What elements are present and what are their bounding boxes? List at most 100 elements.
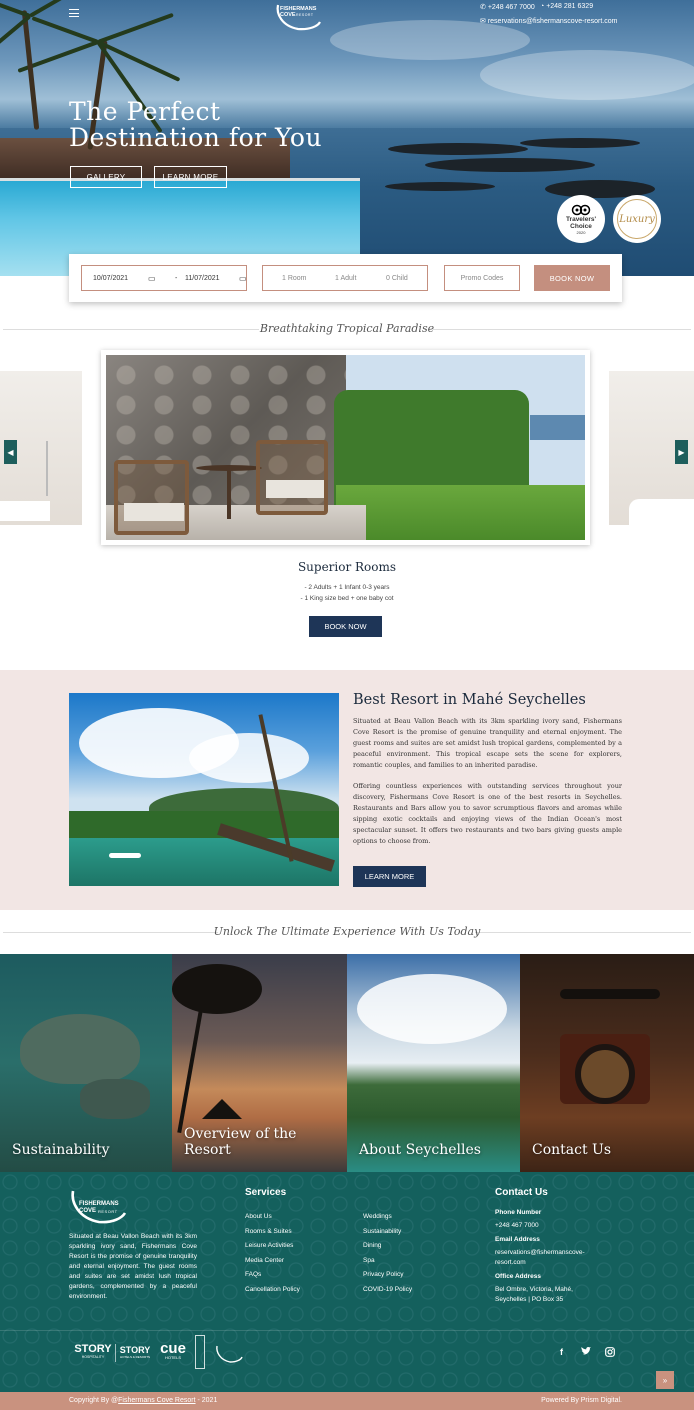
brand-sub: HOTELS & RESORTS bbox=[119, 1355, 151, 1359]
bed-shape bbox=[629, 499, 694, 525]
tree-line bbox=[69, 811, 339, 841]
checkin-date[interactable]: 10/07/2021 bbox=[93, 275, 128, 282]
footer-link-leisure[interactable]: Leisure Activities bbox=[245, 1242, 293, 1249]
palm-frond bbox=[97, 12, 174, 44]
lagoon bbox=[69, 838, 339, 886]
phone-handset bbox=[560, 989, 660, 999]
rooms-select[interactable]: 1 Room bbox=[282, 275, 307, 282]
tile-sustainability[interactable]: Sustainability bbox=[0, 954, 172, 1172]
cloud bbox=[189, 733, 309, 783]
phone-text: +248 467 7000 bbox=[487, 4, 535, 11]
rock bbox=[520, 138, 640, 148]
calendar-icon[interactable]: ▭ bbox=[148, 274, 156, 283]
phone-text: +248 281 6329 bbox=[546, 3, 594, 10]
room-detail: - 1 King size bed + one baby cot bbox=[300, 595, 394, 602]
footer-link-faqs[interactable]: FAQs bbox=[245, 1271, 261, 1278]
logo-text-line2: COVE bbox=[79, 1208, 97, 1214]
tile-about-seychelles[interactable]: About Seychelles bbox=[347, 954, 520, 1172]
powered-by[interactable]: Powered By Prism Digital. bbox=[541, 1397, 622, 1404]
footer-link-sustainability[interactable]: Sustainability bbox=[363, 1228, 401, 1235]
tile-overview[interactable]: Overview of the Resort bbox=[172, 954, 347, 1172]
footer-email[interactable]: reservations@fishermanscove- resort.com bbox=[495, 1248, 585, 1268]
travelers-choice-badge[interactable]: Travelers' Choice 2020 bbox=[557, 195, 605, 243]
furniture-shape bbox=[0, 501, 50, 521]
footer-divider bbox=[0, 1330, 694, 1331]
brand-logo-story-hospitality[interactable]: STORY HOSPITALITY bbox=[73, 1344, 113, 1360]
footer-link-privacy[interactable]: Privacy Policy bbox=[363, 1271, 403, 1278]
instagram-icon[interactable] bbox=[605, 1347, 615, 1359]
phone-link-2[interactable]: ◔ +248 281 6329 bbox=[540, 3, 593, 10]
hero-title: The Perfect Destination for You bbox=[69, 99, 322, 151]
brand-logo-fishermans-cove[interactable] bbox=[214, 1344, 244, 1364]
brand-logo-cue-hotels[interactable]: cue HOTELS bbox=[156, 1341, 190, 1361]
about-image bbox=[69, 693, 339, 886]
footer-link-covid[interactable]: COVID-19 Policy bbox=[363, 1286, 412, 1293]
learn-more-button[interactable]: LEARN MORE bbox=[154, 166, 227, 188]
room-title: Superior Rooms bbox=[297, 560, 397, 574]
badge-text: Choice bbox=[570, 222, 592, 230]
carousel-prev-arrow[interactable]: ◀ bbox=[4, 440, 17, 464]
hut-roof bbox=[202, 1099, 242, 1119]
facebook-icon[interactable]: f bbox=[560, 1347, 563, 1357]
footer-link-cancellation[interactable]: Cancellation Policy bbox=[245, 1286, 300, 1293]
calendar-icon[interactable]: ▭ bbox=[239, 274, 247, 283]
adults-select[interactable]: 1 Adult bbox=[335, 275, 356, 282]
footer-link-media[interactable]: Media Center bbox=[245, 1257, 284, 1264]
footer-phone[interactable]: +248 467 7000 bbox=[495, 1221, 539, 1231]
footer-link-about-us[interactable]: About Us bbox=[245, 1213, 272, 1220]
cushion bbox=[266, 480, 324, 498]
footer-link-weddings[interactable]: Weddings bbox=[363, 1213, 392, 1220]
room-card[interactable] bbox=[101, 350, 590, 545]
footer-logo[interactable]: FISHERMANS COVE RESORT bbox=[69, 1188, 129, 1226]
guests-field[interactable]: 1 Room 1 Adult 0 Child bbox=[262, 265, 428, 291]
gallery-button[interactable]: GALLERY bbox=[70, 166, 142, 188]
brand-divider bbox=[115, 1344, 116, 1362]
brand-logo-story-hotels[interactable]: STORY HOTELS & RESORTS bbox=[118, 1346, 152, 1360]
about-learn-more-button[interactable]: LEARN MORE bbox=[353, 866, 426, 887]
envelope-icon: ✉ bbox=[480, 18, 486, 25]
footer-link-spa[interactable]: Spa bbox=[363, 1257, 375, 1264]
lawn bbox=[336, 485, 585, 540]
cloud bbox=[330, 20, 530, 60]
tile-label: Sustainability bbox=[12, 1142, 110, 1158]
turtle-shape bbox=[80, 1079, 150, 1119]
copyright-prefix: Copyright By @ bbox=[69, 1397, 119, 1404]
footer-email-line: resort.com bbox=[495, 1259, 526, 1266]
about-title: Best Resort in Mahé Seychelles bbox=[353, 692, 586, 708]
lamp-shape bbox=[46, 441, 48, 496]
rock bbox=[425, 158, 595, 172]
book-now-button[interactable]: BOOK NOW bbox=[534, 265, 610, 291]
brand-sub: HOSPITALITY bbox=[81, 1355, 105, 1359]
footer-address: Bel Ombre, Victoria, Mahé, Seychelles | … bbox=[495, 1285, 573, 1305]
tile-label: Contact Us bbox=[532, 1142, 612, 1158]
date-range-field[interactable]: 10/07/2021 ▭ - 11/07/2021 ▭ bbox=[81, 265, 247, 291]
hero-title-line2: Destination for You bbox=[69, 123, 323, 152]
carousel-next-arrow[interactable]: ▶ bbox=[675, 440, 688, 464]
tile-contact[interactable]: Contact Us bbox=[520, 954, 694, 1172]
palm-crown bbox=[172, 964, 262, 1014]
scroll-to-top-button[interactable]: » bbox=[656, 1371, 674, 1389]
children-select[interactable]: 0 Child bbox=[386, 275, 408, 282]
phone-link-1[interactable]: ✆ +248 467 7000 bbox=[480, 3, 535, 11]
footer-link-rooms[interactable]: Rooms & Suites bbox=[245, 1228, 292, 1235]
logo-text-line3: RESORT bbox=[98, 1209, 118, 1214]
brand-name: STORY bbox=[119, 1345, 151, 1355]
copyright-link[interactable]: Fishermans Cove Resort bbox=[118, 1397, 195, 1404]
checkout-date[interactable]: 11/07/2021 bbox=[185, 275, 220, 282]
email-link[interactable]: ✉ reservations@fishermanscove-resort.com bbox=[480, 17, 617, 25]
section-heading-text: Breathtaking Tropical Paradise bbox=[259, 322, 435, 335]
footer-link-dining[interactable]: Dining bbox=[363, 1242, 381, 1249]
brand-logo-tower[interactable] bbox=[195, 1335, 205, 1369]
resort-logo[interactable]: FISHERMANS COVE RESORT bbox=[274, 2, 324, 32]
menu-icon[interactable] bbox=[69, 9, 79, 17]
room-book-now-button[interactable]: BOOK NOW bbox=[309, 616, 382, 637]
email-text: reservations@fishermanscove-resort.com bbox=[487, 18, 618, 25]
promo-code-input[interactable]: Promo Codes bbox=[444, 265, 520, 291]
palm-frond bbox=[29, 0, 92, 18]
brand-name: STORY bbox=[74, 1343, 112, 1355]
twitter-icon[interactable] bbox=[581, 1347, 591, 1358]
footer: FISHERMANS COVE RESORT Situated at Beau … bbox=[0, 1172, 694, 1392]
about-paragraph: Offering countless experiences with outs… bbox=[353, 782, 622, 845]
luxury-award-badge[interactable]: Luxury bbox=[613, 195, 661, 243]
boat bbox=[109, 853, 141, 858]
